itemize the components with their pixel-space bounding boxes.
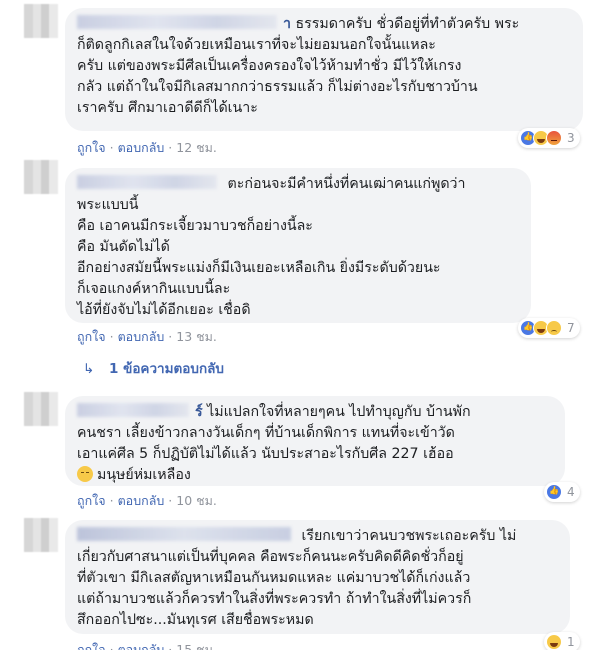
reply-link[interactable]: ตอบกลับ	[118, 140, 165, 155]
comment-text-line: ธรรมดาครับ ชั่วดีอยู่ที่ทำตัวครับ พระ	[295, 16, 520, 32]
comment-text-line: ไม่แปลกใจที่หลายๆคน ไปทำบุญกับ บ้านพัก	[207, 404, 471, 420]
reactions-summary[interactable]: 1	[544, 632, 580, 650]
comment-text-line: ตะก่อนจะมีคำหนึ่งที่คนเฒ่าคนแก่พูดว่า	[227, 176, 466, 192]
replies-label: 1 ข้อความตอบกลับ	[109, 361, 224, 377]
comment-actions: ถูกใจ · ตอบกลับ · 10 ชม.	[77, 493, 217, 508]
reply-arrow-icon: ↳	[83, 361, 95, 377]
comment-text-line: ก็เจอแกงค์หากินแบบนี้ละ	[77, 281, 231, 297]
commenter-name[interactable]	[77, 175, 217, 189]
comment-actions: ถูกใจ · ตอบกลับ · 15 ชม.	[77, 640, 217, 650]
comment-text-line: ครับ แต่ของพระมีศีลเป็นเครื่องครองใจไว้ห…	[77, 58, 462, 74]
comment-text-line: แต่ถ้ามาบวชแล้วก็ควรทำในสิ่งที่พระควรทำ …	[77, 591, 472, 607]
comment-text-line: เราครับ ศึกมาเอาดีดีก็ได้เนาะ	[77, 100, 258, 116]
avatar[interactable]	[24, 4, 58, 38]
commenter-name[interactable]	[77, 403, 189, 417]
reactions-summary[interactable]: 7	[518, 318, 580, 338]
comment-text-line: มนุษย์ห่มเหลือง	[97, 467, 191, 483]
timestamp[interactable]: 13 ชม.	[176, 329, 217, 344]
haha-icon	[546, 634, 562, 650]
reaction-count: 3	[567, 131, 575, 145]
comment-text-line: เกี่ยวกับศาสนาแต่เป็นที่บุคคล คือพระก็คน…	[77, 549, 464, 565]
comment-text-line: อีกอย่างสมัยนี้พระแม่งก็มีเงินเยอะเหลือเ…	[77, 260, 441, 276]
comment-text-line: สึกออกไปซะ...มันทุเรศ เสียชื่อพระหมด	[77, 612, 314, 628]
comment-actions: ถูกใจ · ตอบกลับ · 12 ชม.	[77, 140, 217, 155]
name-suffix: ร์	[195, 404, 203, 420]
timestamp[interactable]: 15 ชม.	[176, 642, 217, 650]
comment-text-line: กลัว แต่ถ้าในใจมีกิเลสมากกว่าธรรมแล้ว ก็…	[77, 79, 478, 95]
reactions-summary[interactable]: 4	[544, 482, 580, 502]
timestamp[interactable]: 12 ชม.	[176, 140, 217, 155]
comment-text-line: เรียกเขาว่าคนบวชพระเถอะครับ ไม่	[301, 528, 517, 544]
comment-bubble: ตะก่อนจะมีคำหนึ่งที่คนเฒ่าคนแก่พูดว่า พร…	[65, 168, 531, 323]
commenter-name[interactable]	[77, 527, 291, 541]
like-link[interactable]: ถูกใจ	[77, 140, 106, 155]
reply-link[interactable]: ตอบกลับ	[118, 329, 165, 344]
avatar[interactable]	[24, 518, 58, 552]
comment-text-line: พระแบบนี้	[77, 197, 139, 213]
like-link[interactable]: ถูกใจ	[77, 329, 106, 344]
like-link[interactable]: ถูกใจ	[77, 493, 106, 508]
reaction-count: 7	[567, 321, 575, 335]
name-suffix: า	[283, 16, 291, 32]
like-link[interactable]: ถูกใจ	[77, 642, 106, 650]
comment-text-line: คือ มันดัดไม่ได้	[77, 239, 170, 255]
comment-text-line: ก็ติดลูกกิเลสในใจด้วยเหมือนเราที่จะไม่ยอ…	[77, 37, 436, 53]
avatar[interactable]	[24, 392, 58, 426]
comment-text-line: เอาแค่ศีล 5 ก็ปฏิบัติไม่ได้แล้ว นับประสา…	[77, 446, 454, 462]
comment-text-line: ไอ้ที่ยังจับไม่ได้อีกเยอะ เชื่อดิ	[77, 302, 251, 318]
comment-bubble: ร์ ไม่แปลกใจที่หลายๆคน ไปทำบุญกับ บ้านพั…	[65, 396, 565, 486]
comment-text-line: ที่ตัวเขา มีกิเลสตัญหาเหมือนกันหมดแหละ แ…	[77, 570, 471, 586]
comment-bubble: า ธรรมดาครับ ชั่วดีอยู่ที่ทำตัวครับ พระ …	[65, 8, 583, 131]
comment-text-line: คือ เอาคนมีกระเจี้ยวมาบวชก็อย่างนี้ละ	[77, 218, 313, 234]
reaction-count: 4	[567, 485, 575, 499]
timestamp[interactable]: 10 ชม.	[176, 493, 217, 508]
sad-icon	[546, 320, 562, 336]
like-icon	[546, 484, 562, 500]
commenter-name[interactable]	[77, 15, 277, 29]
comment-actions: ถูกใจ · ตอบกลับ · 13 ชม.	[77, 329, 217, 344]
reply-link[interactable]: ตอบกลับ	[118, 642, 165, 650]
reactions-summary[interactable]: 3	[518, 128, 580, 148]
avatar[interactable]	[24, 160, 58, 194]
reply-link[interactable]: ตอบกลับ	[118, 493, 165, 508]
comment-text-line: คนชรา เลี้ยงข้าวกลางวันเด็กๆ ที่บ้านเด็ก…	[77, 425, 455, 441]
comment-bubble: เรียกเขาว่าคนบวชพระเถอะครับ ไม่ เกี่ยวกั…	[65, 520, 570, 634]
pensive-face-icon	[77, 466, 93, 482]
reaction-count: 1	[567, 635, 575, 649]
view-replies-link[interactable]: ↳ 1 ข้อความตอบกลับ	[83, 357, 224, 379]
angry-icon	[546, 130, 562, 146]
